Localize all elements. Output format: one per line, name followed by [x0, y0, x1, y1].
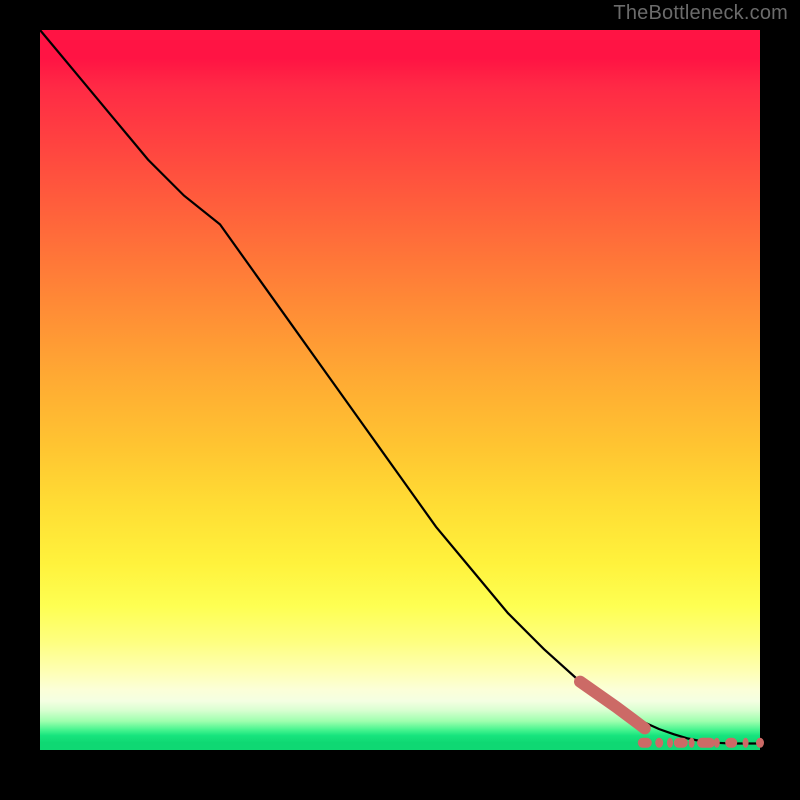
tail-marker: [714, 738, 720, 748]
series-flat-markers: [638, 738, 764, 748]
tail-marker: [674, 738, 688, 748]
watermark-text: TheBottleneck.com: [613, 2, 788, 25]
tail-marker: [725, 738, 737, 748]
tail-marker: [743, 738, 749, 748]
tail-marker: [667, 738, 673, 748]
series-curve: [40, 30, 760, 744]
tail-marker: [689, 738, 695, 748]
tail-marker: [638, 738, 652, 748]
chart-svg: [40, 30, 760, 750]
tail-marker: [697, 738, 715, 748]
plot-area: [40, 30, 760, 750]
tail-marker: [756, 738, 764, 748]
tail-marker: [655, 738, 663, 748]
chart-frame: TheBottleneck.com: [0, 0, 800, 800]
series-thick-tail: [580, 682, 645, 729]
